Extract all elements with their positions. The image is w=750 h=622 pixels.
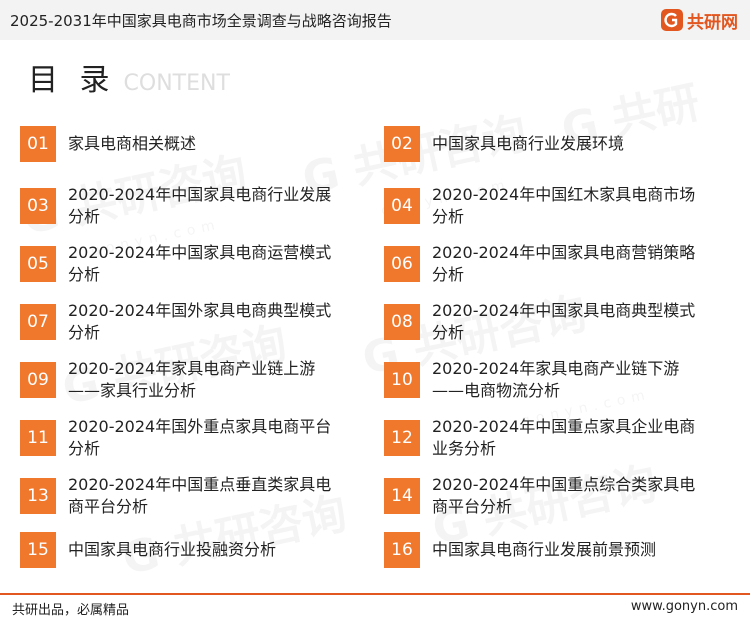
report-title: 2025-2031年中国家具电商市场全景调查与战略咨询报告: [10, 12, 392, 30]
toc-number: 15: [20, 532, 56, 568]
logo-text: 共研网: [687, 12, 738, 33]
toc-item-06[interactable]: 06 2020-2024年中国家具电商营销策略分析: [384, 242, 706, 286]
page-header: 2025-2031年中国家具电商市场全景调查与战略咨询报告 共研网: [0, 0, 750, 40]
toc-item-04[interactable]: 04 2020-2024年中国红木家具电商市场分析: [384, 184, 706, 228]
toc-number: 13: [20, 478, 56, 514]
toc-item-10[interactable]: 10 2020-2024年家具电商产业链下游——电商物流分析: [384, 358, 706, 402]
brand-logo: 共研网: [661, 8, 738, 33]
toc-item-label: 2020-2024年中国红木家具电商市场分析: [432, 185, 696, 226]
toc-item-label: 2020-2024年中国重点家具企业电商业务分析: [432, 417, 696, 458]
toc-item-label: 2020-2024年中国家具电商营销策略分析: [432, 243, 696, 284]
toc-item-05[interactable]: 05 2020-2024年中国家具电商运营模式分析: [20, 242, 340, 286]
toc-item-label: 2020-2024年中国重点综合类家具电商平台分析: [432, 475, 696, 516]
toc-item-16[interactable]: 16 中国家具电商行业发展前景预测: [384, 532, 706, 568]
toc-number: 02: [384, 126, 420, 162]
toc-heading: 目 录 CONTENT: [28, 60, 230, 100]
toc-number: 04: [384, 188, 420, 224]
toc-item-label: 2020-2024年中国重点垂直类家具电商平台分析: [68, 475, 332, 516]
toc-item-label: 2020-2024年中国家具电商运营模式分析: [68, 243, 332, 284]
toc-item-label: 2020-2024年国外重点家具电商平台分析: [68, 417, 332, 458]
toc-number: 12: [384, 420, 420, 456]
toc-item-14[interactable]: 14 2020-2024年中国重点综合类家具电商平台分析: [384, 474, 706, 518]
footer-slogan: 共研出品，必属精品: [12, 603, 130, 618]
toc-item-label: 中国家具电商行业投融资分析: [68, 540, 277, 559]
toc-item-label: 2020-2024年国外家具电商典型模式分析: [68, 301, 332, 342]
toc-number: 05: [20, 246, 56, 282]
toc-number: 03: [20, 188, 56, 224]
toc-item-11[interactable]: 11 2020-2024年国外重点家具电商平台分析: [20, 416, 340, 460]
toc-item-12[interactable]: 12 2020-2024年中国重点家具企业电商业务分析: [384, 416, 706, 460]
toc-number: 06: [384, 246, 420, 282]
toc-item-label: 2020-2024年中国家具电商行业发展分析: [68, 185, 332, 226]
toc-number: 16: [384, 532, 420, 568]
toc-item-08[interactable]: 08 2020-2024年中国家具电商典型模式分析: [384, 300, 706, 344]
toc-item-label: 2020-2024年中国家具电商典型模式分析: [432, 301, 696, 342]
toc-number: 09: [20, 362, 56, 398]
toc-subtitle: CONTENT: [123, 71, 230, 96]
toc-number: 14: [384, 478, 420, 514]
toc-item-label: 家具电商相关概述: [68, 134, 197, 153]
toc-item-label: 中国家具电商行业发展环境: [432, 134, 625, 153]
toc-item-03[interactable]: 03 2020-2024年中国家具电商行业发展分析: [20, 184, 340, 228]
toc-item-label: 2020-2024年家具电商产业链下游——电商物流分析: [432, 359, 680, 400]
toc-item-02[interactable]: 02 中国家具电商行业发展环境: [384, 126, 706, 162]
toc-item-13[interactable]: 13 2020-2024年中国重点垂直类家具电商平台分析: [20, 474, 340, 518]
toc-item-label: 2020-2024年家具电商产业链上游——家具行业分析: [68, 359, 316, 400]
toc-item-label: 中国家具电商行业发展前景预测: [432, 540, 657, 559]
toc-item-15[interactable]: 15 中国家具电商行业投融资分析: [20, 532, 340, 568]
footer-divider: [0, 593, 750, 595]
toc-number: 10: [384, 362, 420, 398]
toc-item-09[interactable]: 09 2020-2024年家具电商产业链上游——家具行业分析: [20, 358, 340, 402]
toc-item-07[interactable]: 07 2020-2024年国外家具电商典型模式分析: [20, 300, 340, 344]
toc-number: 07: [20, 304, 56, 340]
logo-mark-icon: [661, 9, 683, 31]
toc-number: 08: [384, 304, 420, 340]
toc-title: 目 录: [28, 63, 116, 98]
footer-url[interactable]: www.gonyn.com: [631, 599, 738, 614]
toc-number: 11: [20, 420, 56, 456]
toc-item-01[interactable]: 01 家具电商相关概述: [20, 126, 340, 162]
toc-number: 01: [20, 126, 56, 162]
